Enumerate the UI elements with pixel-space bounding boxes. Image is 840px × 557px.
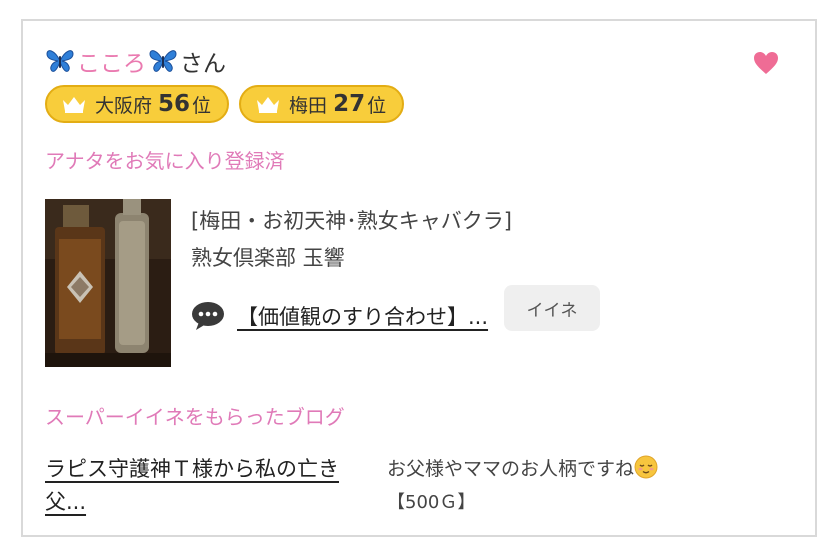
relieved-face-emoji: [634, 455, 658, 479]
shop-name[interactable]: 熟女倶楽部 玉響: [191, 242, 345, 272]
badge-area: 大阪府: [95, 94, 153, 117]
badge-rank-suffix: 位: [192, 94, 212, 117]
butterfly-icon: [46, 50, 74, 72]
badge-rank: 56: [158, 91, 191, 117]
super-iine-heading: スーパーイイネをもらったブログ: [45, 405, 345, 429]
badge-rank: 27: [333, 91, 366, 117]
butterfly-icon: [149, 50, 177, 72]
super-iine-comment-text: お父様やママのお人柄ですね: [387, 458, 635, 480]
shop-category: [梅田・お初天神･熟女キャバクラ]: [191, 209, 512, 233]
user-card: こころ さん 大阪府 56 位 梅田 27 位 アナタをお気に入り登録済 [梅田…: [21, 19, 817, 537]
ranking-badge-prefecture[interactable]: 大阪府 56 位: [45, 85, 230, 123]
latest-post-link[interactable]: 【価値観のすり合わせ】...: [237, 301, 488, 331]
favorite-status: アナタをお気に入り登録済: [45, 149, 285, 173]
heart-icon[interactable]: [753, 51, 779, 75]
ranking-badge-area[interactable]: 梅田 27 位: [239, 85, 405, 123]
speech-bubble-icon: [192, 302, 224, 330]
badge-rank-suffix: 位: [367, 94, 387, 117]
user-name-suffix: さん: [180, 51, 226, 77]
shop-photo[interactable]: [45, 199, 171, 367]
latest-post-row: 【価値観のすり合わせ】... イイネ: [191, 285, 601, 339]
user-name: こころ: [77, 51, 146, 77]
crown-icon: [257, 97, 280, 113]
super-iine-comment: お父様やママのお人柄ですね 【500Ｇ】: [387, 453, 777, 519]
user-name-row[interactable]: こころ さん: [45, 43, 226, 79]
ranking-badges: 大阪府 56 位 梅田 27 位: [45, 85, 405, 123]
crown-icon: [63, 97, 85, 113]
badge-area: 梅田: [289, 94, 328, 117]
like-button[interactable]: イイネ: [504, 285, 601, 331]
super-iine-amount: 【500Ｇ】: [387, 492, 476, 513]
super-iine-blog-link[interactable]: ラピス守護神Ｔ様から私の亡き父...: [45, 453, 375, 519]
